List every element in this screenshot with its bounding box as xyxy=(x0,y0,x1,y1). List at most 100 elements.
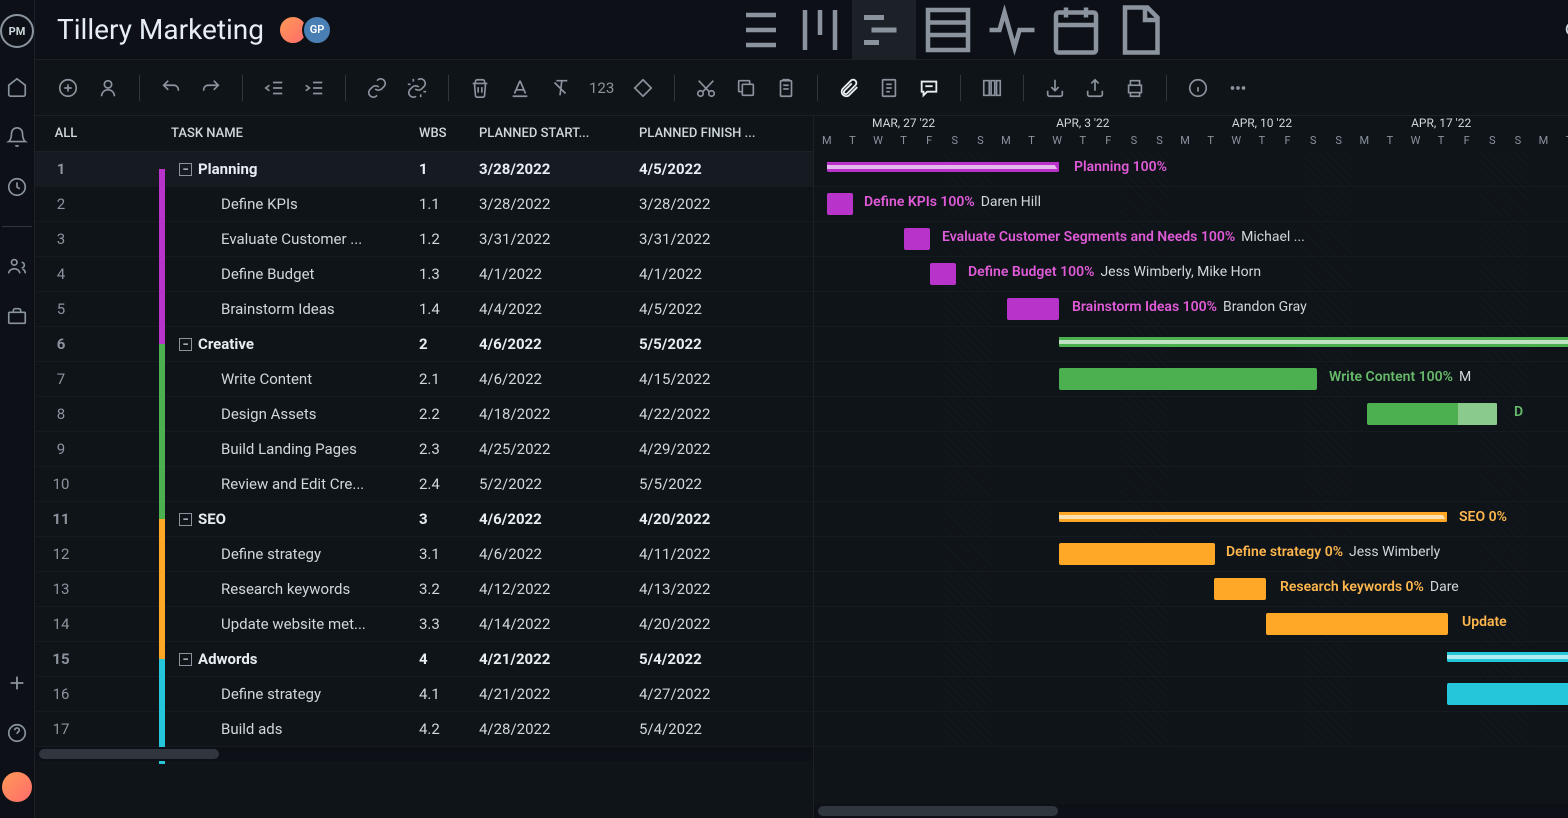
gantt-task-bar[interactable] xyxy=(1059,543,1215,565)
collapse-icon[interactable]: − xyxy=(179,513,192,526)
attachment-icon[interactable] xyxy=(838,77,860,99)
board-view-tab[interactable] xyxy=(788,0,852,60)
app-logo[interactable]: PM xyxy=(0,14,34,48)
gantt-row[interactable] xyxy=(814,642,1568,677)
gantt-task-bar[interactable] xyxy=(1367,403,1497,425)
table-row[interactable]: 8Design Assets2.24/18/20224/22/2022 xyxy=(35,397,813,432)
gantt-summary-bar[interactable] xyxy=(1059,337,1568,347)
gantt-row[interactable]: Update xyxy=(814,607,1568,642)
gantt-view-tab[interactable] xyxy=(852,0,916,60)
sheet-view-tab[interactable] xyxy=(916,0,980,60)
gantt-row[interactable]: Define Budget 100%Jess Wimberly, Mike Ho… xyxy=(814,257,1568,292)
gantt-row[interactable]: Define KPIs 100%Daren Hill xyxy=(814,187,1568,222)
gantt-task-bar[interactable] xyxy=(1266,613,1448,635)
table-row[interactable]: 10Review and Edit Cre...2.45/2/20225/5/2… xyxy=(35,467,813,502)
table-row[interactable]: 17Build ads4.24/28/20225/4/2022 xyxy=(35,712,813,747)
table-row[interactable]: 12Define strategy3.14/6/20224/11/2022 xyxy=(35,537,813,572)
activity-view-tab[interactable] xyxy=(980,0,1044,60)
unlink-icon[interactable] xyxy=(406,77,428,99)
gantt-summary-bar[interactable] xyxy=(1059,512,1447,522)
document-view-tab[interactable] xyxy=(1108,0,1172,60)
table-row[interactable]: 1−Planning13/28/20224/5/2022 xyxy=(35,152,813,187)
search-icon[interactable] xyxy=(1563,19,1568,41)
col-all[interactable]: ALL xyxy=(35,126,87,141)
import-icon[interactable] xyxy=(1044,77,1066,99)
notes-icon[interactable] xyxy=(878,77,900,99)
gantt-row[interactable]: Evaluate Customer Segments and Needs 100… xyxy=(814,222,1568,257)
gantt-row[interactable] xyxy=(814,327,1568,362)
gantt-scrollbar[interactable] xyxy=(814,804,1568,818)
table-scrollbar[interactable] xyxy=(35,747,813,761)
col-wbs[interactable]: WBS xyxy=(419,126,479,141)
collapse-icon[interactable]: − xyxy=(179,338,192,351)
gantt-row[interactable] xyxy=(814,467,1568,502)
gantt-row[interactable]: Define strategy 0%Jess Wimberly xyxy=(814,537,1568,572)
collapse-icon[interactable]: − xyxy=(179,163,192,176)
table-row[interactable]: 16Define strategy4.14/21/20224/27/2022 xyxy=(35,677,813,712)
link-icon[interactable] xyxy=(366,77,388,99)
clear-format-icon[interactable] xyxy=(549,77,571,99)
gantt-task-bar[interactable] xyxy=(1214,578,1266,600)
gantt-task-bar[interactable] xyxy=(1447,683,1568,705)
gantt-task-bar[interactable] xyxy=(930,263,956,285)
outdent-icon[interactable] xyxy=(263,77,285,99)
table-row[interactable]: 6−Creative24/6/20225/5/2022 xyxy=(35,327,813,362)
gantt-row[interactable]: Planning 100% xyxy=(814,152,1568,187)
table-row[interactable]: 5Brainstorm Ideas1.44/4/20224/5/2022 xyxy=(35,292,813,327)
user-avatar[interactable] xyxy=(2,772,32,802)
gantt-task-bar[interactable] xyxy=(904,228,930,250)
undo-icon[interactable] xyxy=(160,77,182,99)
help-icon[interactable] xyxy=(6,722,28,744)
col-start[interactable]: PLANNED START... xyxy=(479,126,639,141)
gantt-row[interactable]: D xyxy=(814,397,1568,432)
gantt-row[interactable]: Research keywords 0%Dare xyxy=(814,572,1568,607)
table-row[interactable]: 11−SEO34/6/20224/20/2022 xyxy=(35,502,813,537)
col-taskname[interactable]: TASK NAME xyxy=(161,126,419,141)
paste-icon[interactable] xyxy=(775,77,797,99)
copy-icon[interactable] xyxy=(735,77,757,99)
table-row[interactable]: 2Define KPIs1.13/28/20223/28/2022 xyxy=(35,187,813,222)
gantt-row[interactable]: Brainstorm Ideas 100%Brandon Gray xyxy=(814,292,1568,327)
bell-icon[interactable] xyxy=(6,126,28,148)
table-row[interactable]: 4Define Budget1.34/1/20224/1/2022 xyxy=(35,257,813,292)
table-row[interactable]: 3Evaluate Customer ...1.23/31/20223/31/2… xyxy=(35,222,813,257)
calendar-view-tab[interactable] xyxy=(1044,0,1108,60)
export-icon[interactable] xyxy=(1084,77,1106,99)
gantt-row[interactable]: SEO 0% xyxy=(814,502,1568,537)
cut-icon[interactable] xyxy=(695,77,717,99)
delete-icon[interactable] xyxy=(469,77,491,99)
info-icon[interactable] xyxy=(1187,77,1209,99)
briefcase-icon[interactable] xyxy=(6,305,28,327)
indent-icon[interactable] xyxy=(303,77,325,99)
table-row[interactable]: 13Research keywords3.24/12/20224/13/2022 xyxy=(35,572,813,607)
assign-icon[interactable] xyxy=(97,77,119,99)
table-row[interactable]: 7Write Content2.14/6/20224/15/2022 xyxy=(35,362,813,397)
home-icon[interactable] xyxy=(6,76,28,98)
table-row[interactable]: 14Update website met...3.34/14/20224/20/… xyxy=(35,607,813,642)
list-view-tab[interactable] xyxy=(724,0,788,60)
columns-icon[interactable] xyxy=(981,77,1003,99)
table-row[interactable]: 15−Adwords44/21/20225/4/2022 xyxy=(35,642,813,677)
gantt-summary-bar[interactable] xyxy=(1447,652,1568,662)
col-finish[interactable]: PLANNED FINISH ... xyxy=(639,126,813,141)
gantt-summary-bar[interactable] xyxy=(827,162,1059,172)
print-icon[interactable] xyxy=(1124,77,1146,99)
redo-icon[interactable] xyxy=(200,77,222,99)
clock-icon[interactable] xyxy=(6,176,28,198)
gantt-row[interactable] xyxy=(814,677,1568,712)
collapse-icon[interactable]: − xyxy=(179,653,192,666)
gantt-task-bar[interactable] xyxy=(1007,298,1059,320)
more-icon[interactable] xyxy=(1227,77,1249,99)
plus-icon[interactable] xyxy=(6,672,28,694)
gantt-task-bar[interactable] xyxy=(827,193,853,215)
milestone-icon[interactable] xyxy=(632,77,654,99)
gantt-row[interactable] xyxy=(814,432,1568,467)
member-avatar[interactable]: GP xyxy=(302,15,332,45)
gantt-task-bar[interactable] xyxy=(1059,368,1317,390)
table-row[interactable]: 9Build Landing Pages2.34/25/20224/29/202… xyxy=(35,432,813,467)
gantt-row[interactable]: Write Content 100%M xyxy=(814,362,1568,397)
text-format-icon[interactable] xyxy=(509,77,531,99)
people-icon[interactable] xyxy=(6,255,28,277)
project-members[interactable]: GP xyxy=(278,15,332,45)
add-task-icon[interactable] xyxy=(57,77,79,99)
